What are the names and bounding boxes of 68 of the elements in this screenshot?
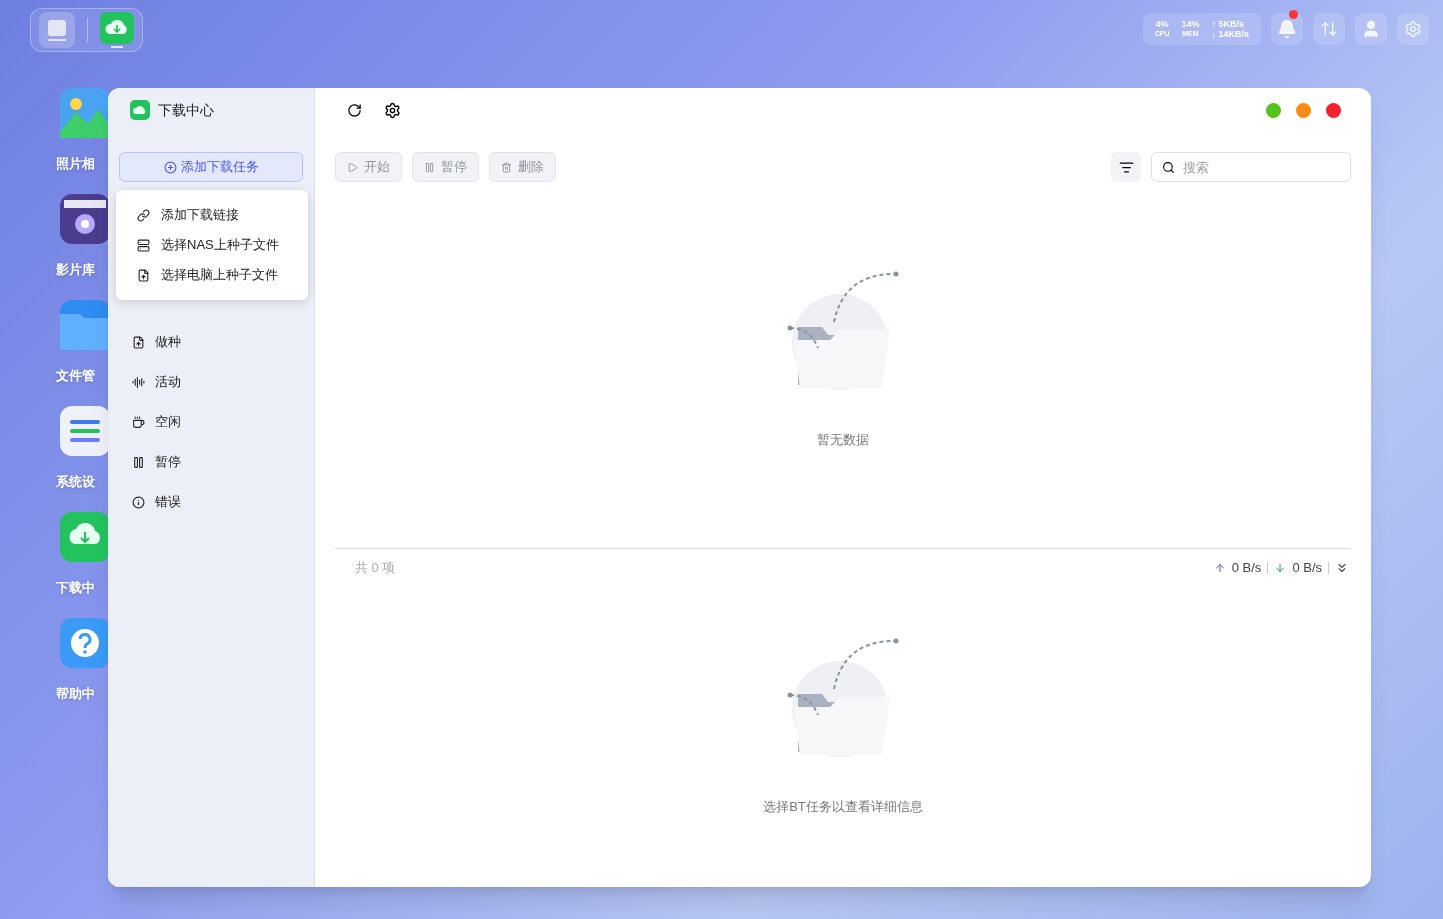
plus-icon	[163, 160, 177, 174]
filter-settings-button[interactable]	[1111, 152, 1141, 182]
memory-value: 14%	[1181, 19, 1200, 29]
bell-icon	[1277, 19, 1297, 39]
upload-arrow-icon	[1213, 562, 1226, 574]
transfer-button[interactable]	[1313, 13, 1345, 45]
menu-item[interactable]: 选择NAS上种子文件	[116, 230, 308, 260]
list-settings-icon	[1118, 159, 1134, 175]
window-control[interactable]	[1296, 102, 1311, 118]
empty-message: 暂无数据	[817, 431, 869, 450]
file-upload-icon	[137, 268, 150, 282]
search-field[interactable]: 搜索	[1151, 152, 1351, 182]
app-label[interactable]: 帮助中	[56, 687, 95, 701]
menu-item[interactable]: 选择电脑上种子文件	[116, 260, 308, 290]
user-icon	[1361, 19, 1381, 39]
folder-app-icon[interactable]	[60, 300, 110, 350]
window-control[interactable]	[1266, 102, 1281, 118]
download-speed: ↓ 14KB/s	[1211, 29, 1249, 39]
app-label[interactable]: 系统设	[56, 475, 95, 489]
photo-app-icon[interactable]	[60, 88, 110, 138]
play-icon	[347, 161, 358, 173]
search-icon	[1162, 161, 1175, 174]
filter-item[interactable]: 做种	[108, 322, 314, 362]
link-icon	[137, 208, 150, 222]
menu-item[interactable]: 添加下载链接	[116, 200, 308, 230]
sliders-app-icon[interactable]	[60, 406, 110, 456]
info-icon	[132, 495, 145, 509]
app-label[interactable]: 文件管	[56, 369, 95, 383]
app-label[interactable]: 下载中	[56, 581, 95, 595]
film-app-icon[interactable]	[60, 194, 110, 244]
collapse-icon[interactable]	[1335, 561, 1349, 575]
window-control[interactable]	[1326, 102, 1341, 118]
filter-item[interactable]: 空闲	[108, 402, 314, 442]
settings-button[interactable]	[1397, 13, 1429, 45]
question-app-icon[interactable]	[60, 618, 110, 668]
download-speed: 0 B/s	[1292, 559, 1322, 578]
app-label[interactable]: 影片库	[56, 263, 95, 277]
notification-button[interactable]	[1271, 13, 1303, 45]
pause-icon	[424, 161, 435, 173]
empty-message: 选择BT任务以查看详细信息	[763, 798, 923, 817]
refresh-icon[interactable]	[347, 102, 362, 118]
cpu-value: 4%	[1155, 19, 1169, 29]
filter-item[interactable]: 暂停	[108, 442, 314, 482]
storage-icon[interactable]	[39, 12, 75, 48]
window-title: 下载中心	[158, 100, 214, 120]
file-upload-icon	[132, 335, 145, 349]
add-task-button[interactable]: 添加下载任务	[119, 152, 303, 182]
transfer-icon	[1320, 20, 1338, 38]
item-count: 共 0 项	[355, 559, 396, 578]
settings-icon	[1404, 20, 1422, 38]
filter-item[interactable]: 活动	[108, 362, 314, 402]
app-label[interactable]: 照片相	[56, 157, 95, 171]
trash-icon	[501, 161, 512, 173]
filter-item[interactable]: 错误	[108, 482, 314, 522]
settings-icon[interactable]	[384, 101, 401, 119]
download-arrow-icon	[1274, 562, 1287, 574]
pause-icon	[132, 455, 145, 469]
cloud-download-app-icon[interactable]	[60, 512, 110, 562]
user-button[interactable]	[1355, 13, 1387, 45]
empty-folder-icon	[786, 270, 900, 393]
cloud-download-icon[interactable]	[100, 12, 134, 48]
upload-speed: 0 B/s	[1231, 559, 1262, 578]
cup-icon	[132, 415, 145, 429]
waveform-icon	[132, 375, 145, 389]
upload-speed: ↑ 5KB/s	[1211, 19, 1245, 29]
server-icon	[137, 238, 150, 252]
empty-folder-icon	[786, 637, 900, 760]
cloud-download-icon	[130, 100, 150, 120]
